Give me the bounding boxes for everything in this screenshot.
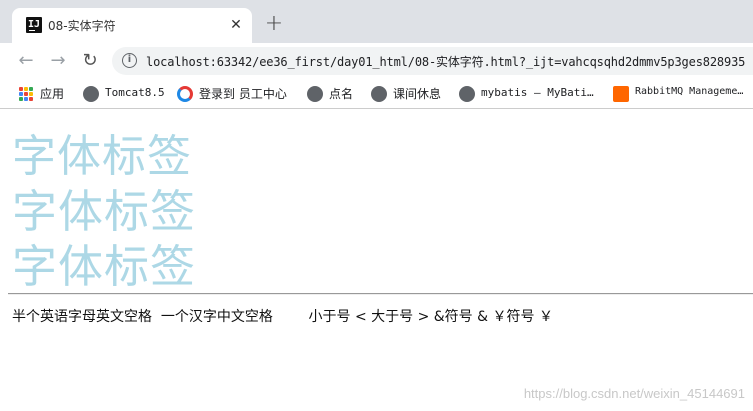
globe-icon [307, 86, 323, 102]
bookmark-label: 登录到 员工中心 [199, 87, 287, 101]
reload-button[interactable]: ↻ [78, 49, 102, 73]
new-tab-button[interactable]: + [262, 12, 286, 36]
tab-title: 08-实体字符 [48, 19, 116, 33]
site-info-icon[interactable]: i [122, 53, 137, 68]
intellij-favicon-icon: IJ [26, 17, 42, 33]
bookmark-label: 课间休息 [393, 87, 442, 101]
swirl-icon [177, 86, 193, 102]
watermark-text: https://blog.csdn.net/weixin_45144691 [523, 386, 745, 401]
bookmark-label: RabbitMQ Manageme… [635, 86, 744, 97]
entity-characters-text: 半个英语字母英文空格 一个汉字中文空格 小于号 < 大于号 > &符号 & ￥符… [12, 309, 553, 325]
back-button[interactable]: ← [14, 49, 38, 73]
globe-icon [371, 86, 387, 102]
tab-close-icon[interactable]: ✕ [226, 15, 246, 35]
browser-tab[interactable]: IJ 08-实体字符 ✕ [12, 8, 252, 43]
forward-button[interactable]: → [46, 49, 70, 73]
bookmark-label: mybatis – MyBati… [481, 86, 594, 99]
bookmark-label: Tomcat8.5 [105, 86, 165, 99]
tab-strip: IJ 08-实体字符 ✕ + [0, 0, 753, 43]
bookmark-label: 应用 [40, 87, 65, 101]
browser-toolbar: ← → ↻ i localhost:63342/ee36_first/day01… [0, 43, 753, 79]
apps-icon [18, 86, 34, 102]
globe-icon [83, 86, 99, 102]
bookmarks-bar: 应用 Tomcat8.5 登录到 员工中心 点名 课间休息 mybatis – … [0, 79, 753, 109]
address-bar[interactable]: i localhost:63342/ee36_first/day01_html/… [112, 47, 753, 75]
font-tag-line-3: 字体标签 [12, 240, 197, 293]
url-text[interactable]: localhost:63342/ee36_first/day01_html/08… [146, 53, 745, 70]
bookmark-label: 点名 [329, 87, 354, 101]
page-content: 字体标签 字体标签 字体标签 半个英语字母英文空格 一个汉字中文空格 小于号 <… [0, 110, 753, 411]
horizontal-rule [8, 293, 753, 295]
rabbitmq-icon [613, 86, 629, 102]
globe-icon [459, 86, 475, 102]
